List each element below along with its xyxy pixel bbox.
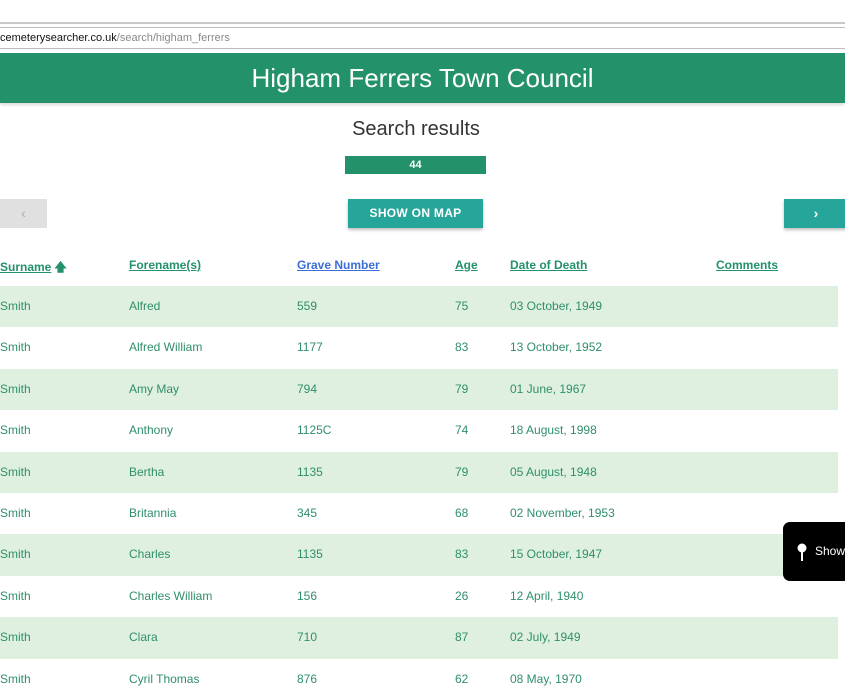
url-path: /search/higham_ferrers [116, 32, 230, 44]
results-table-body: Smith Alfred 559 75 03 October, 1949 Smith Alf… [0, 286, 838, 700]
cell-date-of-death: 02 November, 1953 [510, 505, 615, 520]
cell-grave-number: 794 [297, 381, 318, 396]
cell-grave-number: 345 [297, 505, 318, 520]
cell-forename: Cyril Thomas [129, 671, 200, 686]
cell-age: 62 [455, 671, 469, 686]
column-header-grave-number[interactable]: Grave Number [297, 258, 380, 272]
cell-date-of-death: 15 October, 1947 [510, 547, 603, 562]
column-header-comments[interactable]: Comments [716, 258, 778, 272]
cell-age: 74 [455, 423, 469, 438]
cell-surname: Smith [0, 381, 31, 396]
table-row[interactable]: Smith Britannia 345 68 02 November, 1953 [0, 493, 838, 534]
map-pin-icon [797, 543, 807, 561]
cell-forename: Anthony [129, 423, 174, 438]
cell-age: 75 [455, 299, 469, 313]
cell-forename: Bertha [129, 464, 165, 479]
column-header-forename[interactable]: Forename(s) [129, 258, 201, 272]
cell-date-of-death: 12 April, 1940 [510, 588, 584, 603]
column-header-surname[interactable]: Surname 🡅 [0, 258, 67, 279]
cell-surname: Smith [0, 630, 31, 645]
cell-date-of-death: 18 August, 1998 [510, 423, 597, 438]
cell-grave-number: 1125C [297, 423, 332, 438]
table-row[interactable]: Smith Anthony 1125C 74 18 August, 1998 [0, 410, 838, 451]
results-heading: Search results [352, 118, 480, 140]
cell-surname: Smith [0, 505, 31, 520]
chevron-left-icon: ‹ [21, 205, 26, 221]
browser-top-border [0, 22, 845, 24]
column-header-date-of-death[interactable]: Date of Death [510, 258, 587, 272]
previous-page-button[interactable]: ‹ [0, 199, 47, 228]
cell-age: 68 [455, 505, 469, 520]
cell-forename: Alfred [129, 299, 161, 313]
cell-age: 79 [455, 464, 469, 479]
cell-forename: Amy May [129, 381, 180, 396]
cell-forename: Alfred William [129, 340, 203, 355]
cell-date-of-death: 01 June, 1967 [510, 381, 587, 396]
table-row[interactable]: Smith Charles 1135 83 15 October, 1947 [0, 534, 838, 576]
cell-age: 26 [455, 588, 469, 603]
cell-date-of-death: 05 August, 1948 [510, 464, 597, 479]
table-row[interactable]: Smith Bertha 1135 79 05 August, 1948 [0, 451, 838, 493]
site-header: Higham Ferrers Town Council [0, 53, 845, 103]
show-popup-label: Show [815, 544, 845, 558]
chevron-right-icon: › [813, 205, 819, 221]
cell-surname: Smith [0, 671, 31, 686]
show-map-popup[interactable]: Show [783, 522, 845, 581]
url-domain: cemeterysearcher.co.uk [0, 32, 117, 44]
table-row[interactable]: Smith Charles William 156 26 12 April, 1940 [0, 576, 838, 617]
table-row[interactable]: Smith Alfred William 1177 83 13 October, 195… [0, 327, 838, 368]
arrow-up-icon: 🡅 [54, 260, 67, 274]
table-row[interactable]: Smith Cyril Thomas 876 62 08 May, 1970 [0, 659, 838, 700]
cell-grave-number: 156 [297, 588, 318, 603]
cell-surname: Smith [0, 588, 31, 603]
cell-age: 83 [455, 547, 469, 562]
cell-date-of-death: 08 May, 1970 [510, 671, 582, 686]
results-count-badge: 44 [345, 156, 486, 174]
cell-forename: Clara [129, 630, 158, 645]
cell-age: 79 [455, 381, 469, 396]
cell-grave-number: 710 [297, 630, 318, 645]
cell-date-of-death: 13 October, 1952 [510, 340, 603, 355]
cell-surname: Smith [0, 547, 31, 562]
show-on-map-button[interactable]: SHOW ON MAP [348, 199, 483, 228]
cell-age: 83 [455, 340, 469, 355]
cell-grave-number: 1177 [297, 340, 323, 355]
cell-date-of-death: 03 October, 1949 [510, 299, 603, 313]
cell-grave-number: 1135 [297, 464, 323, 479]
table-row[interactable]: Smith Amy May 794 79 01 June, 1967 [0, 368, 838, 411]
cell-grave-number: 876 [297, 671, 318, 686]
cell-surname: Smith [0, 423, 31, 438]
next-page-button[interactable]: › [784, 199, 845, 228]
cell-forename: Britannia [129, 505, 177, 520]
table-row[interactable]: Smith Alfred 559 75 03 October, 1949 [0, 286, 838, 328]
cell-surname: Smith [0, 299, 31, 313]
cell-surname: Smith [0, 464, 31, 479]
address-bar[interactable]: cemeterysearcher.co.uk/search/higham_fer… [0, 27, 845, 49]
column-header-age[interactable]: Age [455, 258, 478, 272]
cell-date-of-death: 02 July, 1949 [510, 630, 581, 645]
site-title: Higham Ferrers Town Council [251, 63, 594, 93]
cell-forename: Charles William [129, 588, 213, 603]
cell-age: 87 [455, 630, 469, 645]
cell-forename: Charles [129, 547, 171, 562]
cell-surname: Smith [0, 340, 31, 355]
cell-grave-number: 559 [297, 299, 318, 313]
table-row[interactable]: Smith Clara 710 87 02 July, 1949 [0, 617, 838, 659]
cell-grave-number: 1135 [297, 547, 323, 562]
table-header: Surname 🡅 Forename(s) Grave Number Age Da… [0, 258, 845, 274]
